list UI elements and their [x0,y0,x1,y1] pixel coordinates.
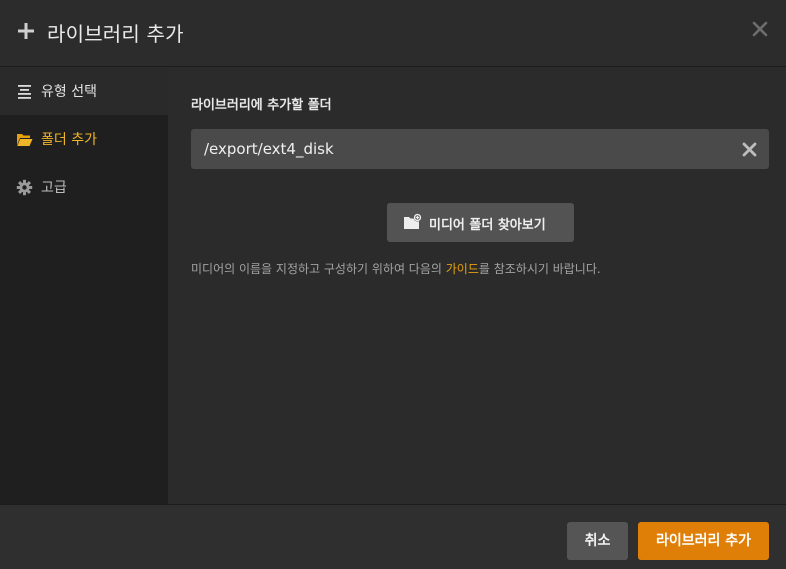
hint-text-before: 미디어의 이름을 지정하고 구성하기 위하여 다음의 [191,262,446,276]
browse-media-folder-button[interactable]: 미디어 폴더 찾아보기 [387,203,574,242]
guide-link[interactable]: 가이드 [446,262,479,276]
sidebar-item-select-type[interactable]: 유형 선택 [0,68,168,115]
list-icon [18,85,31,99]
guide-hint-text: 미디어의 이름을 지정하고 구성하기 위하여 다음의 가이드를 참조하시기 바랍… [191,260,601,277]
sidebar-item-label: 고급 [41,180,67,196]
sidebar-item-add-folder[interactable]: 폴더 추가 [0,116,168,163]
close-icon[interactable] [751,20,769,38]
gear-icon [16,179,33,196]
folder-open-icon [17,134,33,146]
dialog-footer: 취소 라이브러리 추가 [0,504,786,569]
plus-icon [18,23,34,39]
hint-text-after: 를 참조하시기 바랍니다. [478,262,601,276]
sidebar: 유형 선택 폴더 추가 고급 [0,68,168,504]
folder-add-icon [404,213,422,229]
sidebar-item-label: 폴더 추가 [41,132,97,148]
folder-path-input[interactable] [191,129,731,169]
clear-icon[interactable] [741,141,758,158]
folder-path-field [191,129,769,169]
cancel-button[interactable]: 취소 [567,522,628,560]
dialog-header: 라이브러리 추가 [0,0,786,67]
add-library-dialog: 라이브러리 추가 유형 선택 폴더 추가 고급 라이브러리에 추가할 폴더 /e… [0,0,786,569]
add-library-button[interactable]: 라이브러리 추가 [638,522,769,560]
dialog-title: 라이브러리 추가 [47,22,184,46]
main-panel: 라이브러리에 추가할 폴더 미디어 폴더 찾아보기 미디어의 이름을 지정하고 … [169,68,786,504]
sidebar-item-advanced[interactable]: 고급 [0,164,168,211]
sidebar-item-label: 유형 선택 [41,84,97,100]
folder-section-label: 라이브러리에 추가할 폴더 [191,98,332,113]
browse-button-label: 미디어 폴더 찾아보기 [429,218,546,233]
